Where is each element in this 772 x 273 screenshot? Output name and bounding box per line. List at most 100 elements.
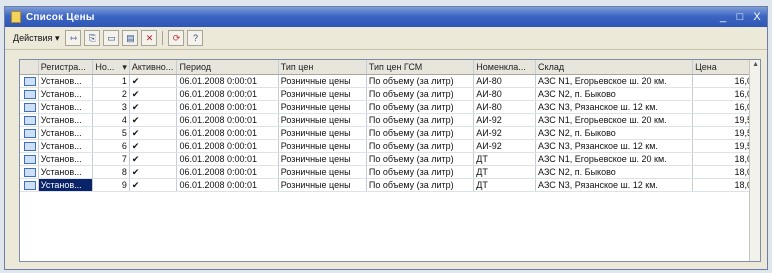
delete-icon[interactable]: ✕	[141, 30, 158, 46]
period-cell[interactable]: 06.01.2008 0:00:01	[176, 74, 279, 88]
registrar-cell[interactable]: Установ...	[38, 74, 94, 88]
number-cell[interactable]: 9	[92, 178, 130, 192]
actions-menu[interactable]: Действия ▾	[10, 31, 62, 46]
registrar-cell[interactable]: Установ...	[38, 113, 94, 127]
col-header-period[interactable]: Период	[176, 60, 279, 75]
warehouse-cell[interactable]: АЗС N2, п. Быково	[535, 87, 694, 101]
table-row[interactable]: Установ... 4 ✔ 06.01.2008 0:00:01 Розничные …	[20, 113, 760, 127]
price-type-cell[interactable]: Розничные цены	[278, 100, 367, 114]
fuel-price-type-cell[interactable]: По объему (за литр)	[366, 139, 475, 153]
table-row[interactable]: Установ... 8 ✔ 06.01.2008 0:00:01 Розничные …	[20, 165, 760, 179]
col-header-registrar[interactable]: Регистра...	[38, 60, 94, 75]
fuel-price-type-cell[interactable]: По объему (за литр)	[366, 126, 475, 140]
warehouse-cell[interactable]: АЗС N3, Рязанское ш. 12 км.	[535, 100, 694, 114]
item-cell[interactable]: АИ-80	[473, 100, 537, 114]
item-cell[interactable]: АИ-92	[473, 113, 537, 127]
table-row[interactable]: Установ... 9 ✔ 06.01.2008 0:00:01 Розничные …	[20, 178, 760, 192]
table-row[interactable]: Установ... 6 ✔ 06.01.2008 0:00:01 Розничные …	[20, 139, 760, 153]
price-type-cell[interactable]: Розничные цены	[278, 139, 367, 153]
copy-icon[interactable]: ⎘	[84, 30, 101, 46]
help-button[interactable]: ?	[187, 30, 204, 46]
fuel-price-type-cell[interactable]: По объему (за литр)	[366, 74, 475, 88]
active-cell[interactable]: ✔	[129, 139, 178, 153]
warehouse-cell[interactable]: АЗС N1, Егорьевское ш. 20 км.	[535, 74, 694, 88]
active-cell[interactable]: ✔	[129, 178, 178, 192]
col-header-item[interactable]: Номенкла...	[473, 60, 537, 75]
price-type-cell[interactable]: Розничные цены	[278, 178, 367, 192]
warehouse-cell[interactable]: АЗС N2, п. Быково	[535, 126, 694, 140]
title-bar[interactable]: Список Цены _ □ X	[5, 7, 767, 27]
item-cell[interactable]: АИ-92	[473, 126, 537, 140]
period-cell[interactable]: 06.01.2008 0:00:01	[176, 139, 279, 153]
period-cell[interactable]: 06.01.2008 0:00:01	[176, 113, 279, 127]
active-cell[interactable]: ✔	[129, 100, 178, 114]
table-row[interactable]: Установ... 5 ✔ 06.01.2008 0:00:01 Розничные …	[20, 126, 760, 140]
registrar-cell[interactable]: Установ...	[38, 165, 94, 179]
item-cell[interactable]: АИ-80	[473, 87, 537, 101]
price-type-cell[interactable]: Розничные цены	[278, 126, 367, 140]
fuel-price-type-cell[interactable]: По объему (за литр)	[366, 87, 475, 101]
refresh-icon[interactable]: ⟳	[168, 30, 185, 46]
table-row[interactable]: Установ... 2 ✔ 06.01.2008 0:00:01 Розничные …	[20, 87, 760, 101]
period-cell[interactable]: 06.01.2008 0:00:01	[176, 87, 279, 101]
item-cell[interactable]: ДТ	[473, 178, 537, 192]
number-cell[interactable]: 5	[92, 126, 130, 140]
price-type-cell[interactable]: Розничные цены	[278, 74, 367, 88]
period-cell[interactable]: 06.01.2008 0:00:01	[176, 100, 279, 114]
scroll-up-icon[interactable]: ▲	[752, 61, 759, 68]
period-cell[interactable]: 06.01.2008 0:00:01	[176, 165, 279, 179]
registrar-cell[interactable]: Установ...	[38, 126, 94, 140]
price-type-cell[interactable]: Розничные цены	[278, 113, 367, 127]
fuel-price-type-cell[interactable]: По объему (за литр)	[366, 178, 475, 192]
number-cell[interactable]: 7	[92, 152, 130, 166]
price-type-cell[interactable]: Розничные цены	[278, 87, 367, 101]
paste-icon[interactable]: ▭	[103, 30, 120, 46]
col-header-active[interactable]: Активно...	[129, 60, 178, 75]
registrar-cell[interactable]: Установ...	[38, 139, 94, 153]
registrar-cell[interactable]: Установ...	[38, 100, 94, 114]
fuel-price-type-cell[interactable]: По объему (за литр)	[366, 165, 475, 179]
maximize-button[interactable]: □	[733, 10, 747, 24]
close-button[interactable]: X	[750, 10, 764, 24]
warehouse-cell[interactable]: АЗС N1, Егорьевское ш. 20 км.	[535, 113, 694, 127]
col-header-fuel-price-type[interactable]: Тип цен ГСМ	[366, 60, 475, 75]
active-cell[interactable]: ✔	[129, 74, 178, 88]
table-row[interactable]: Установ... 3 ✔ 06.01.2008 0:00:01 Розничные …	[20, 100, 760, 114]
col-header-warehouse[interactable]: Склад	[535, 60, 694, 75]
active-cell[interactable]: ✔	[129, 152, 178, 166]
minimize-button[interactable]: _	[716, 10, 730, 24]
table-row[interactable]: Установ... 7 ✔ 06.01.2008 0:00:01 Розничные …	[20, 152, 760, 166]
number-cell[interactable]: 6	[92, 139, 130, 153]
fuel-price-type-cell[interactable]: По объему (за литр)	[366, 100, 475, 114]
price-type-cell[interactable]: Розничные цены	[278, 165, 367, 179]
active-cell[interactable]: ✔	[129, 87, 178, 101]
active-cell[interactable]: ✔	[129, 126, 178, 140]
item-cell[interactable]: АИ-92	[473, 139, 537, 153]
fuel-price-type-cell[interactable]: По объему (за литр)	[366, 113, 475, 127]
period-cell[interactable]: 06.01.2008 0:00:01	[176, 126, 279, 140]
warehouse-cell[interactable]: АЗС N2, п. Быково	[535, 165, 694, 179]
warehouse-cell[interactable]: АЗС N3, Рязанское ш. 12 км.	[535, 178, 694, 192]
table-row[interactable]: Установ... 1 ✔ 06.01.2008 0:00:01 Розничные …	[20, 74, 760, 88]
item-cell[interactable]: ДТ	[473, 165, 537, 179]
registrar-cell[interactable]: Установ...	[38, 152, 94, 166]
period-cell[interactable]: 06.01.2008 0:00:01	[176, 152, 279, 166]
active-cell[interactable]: ✔	[129, 113, 178, 127]
number-cell[interactable]: 1	[92, 74, 130, 88]
list-view-icon[interactable]: ▤	[122, 30, 139, 46]
active-cell[interactable]: ✔	[129, 165, 178, 179]
col-header-icon[interactable]	[20, 60, 39, 75]
number-cell[interactable]: 4	[92, 113, 130, 127]
edit-icon[interactable]: ⇿	[65, 30, 82, 46]
item-cell[interactable]: ДТ	[473, 152, 537, 166]
number-cell[interactable]: 8	[92, 165, 130, 179]
registrar-cell[interactable]: Установ...	[38, 87, 94, 101]
fuel-price-type-cell[interactable]: По объему (за литр)	[366, 152, 475, 166]
col-header-number[interactable]: Но... ▾	[92, 60, 130, 75]
number-cell[interactable]: 2	[92, 87, 130, 101]
item-cell[interactable]: АИ-80	[473, 74, 537, 88]
price-type-cell[interactable]: Розничные цены	[278, 152, 367, 166]
records-table[interactable]: Регистра... Но... ▾ Активно... Период Ти…	[19, 59, 761, 262]
vertical-scrollbar[interactable]: ▲	[749, 60, 760, 261]
registrar-cell[interactable]: Установ...	[38, 178, 94, 192]
